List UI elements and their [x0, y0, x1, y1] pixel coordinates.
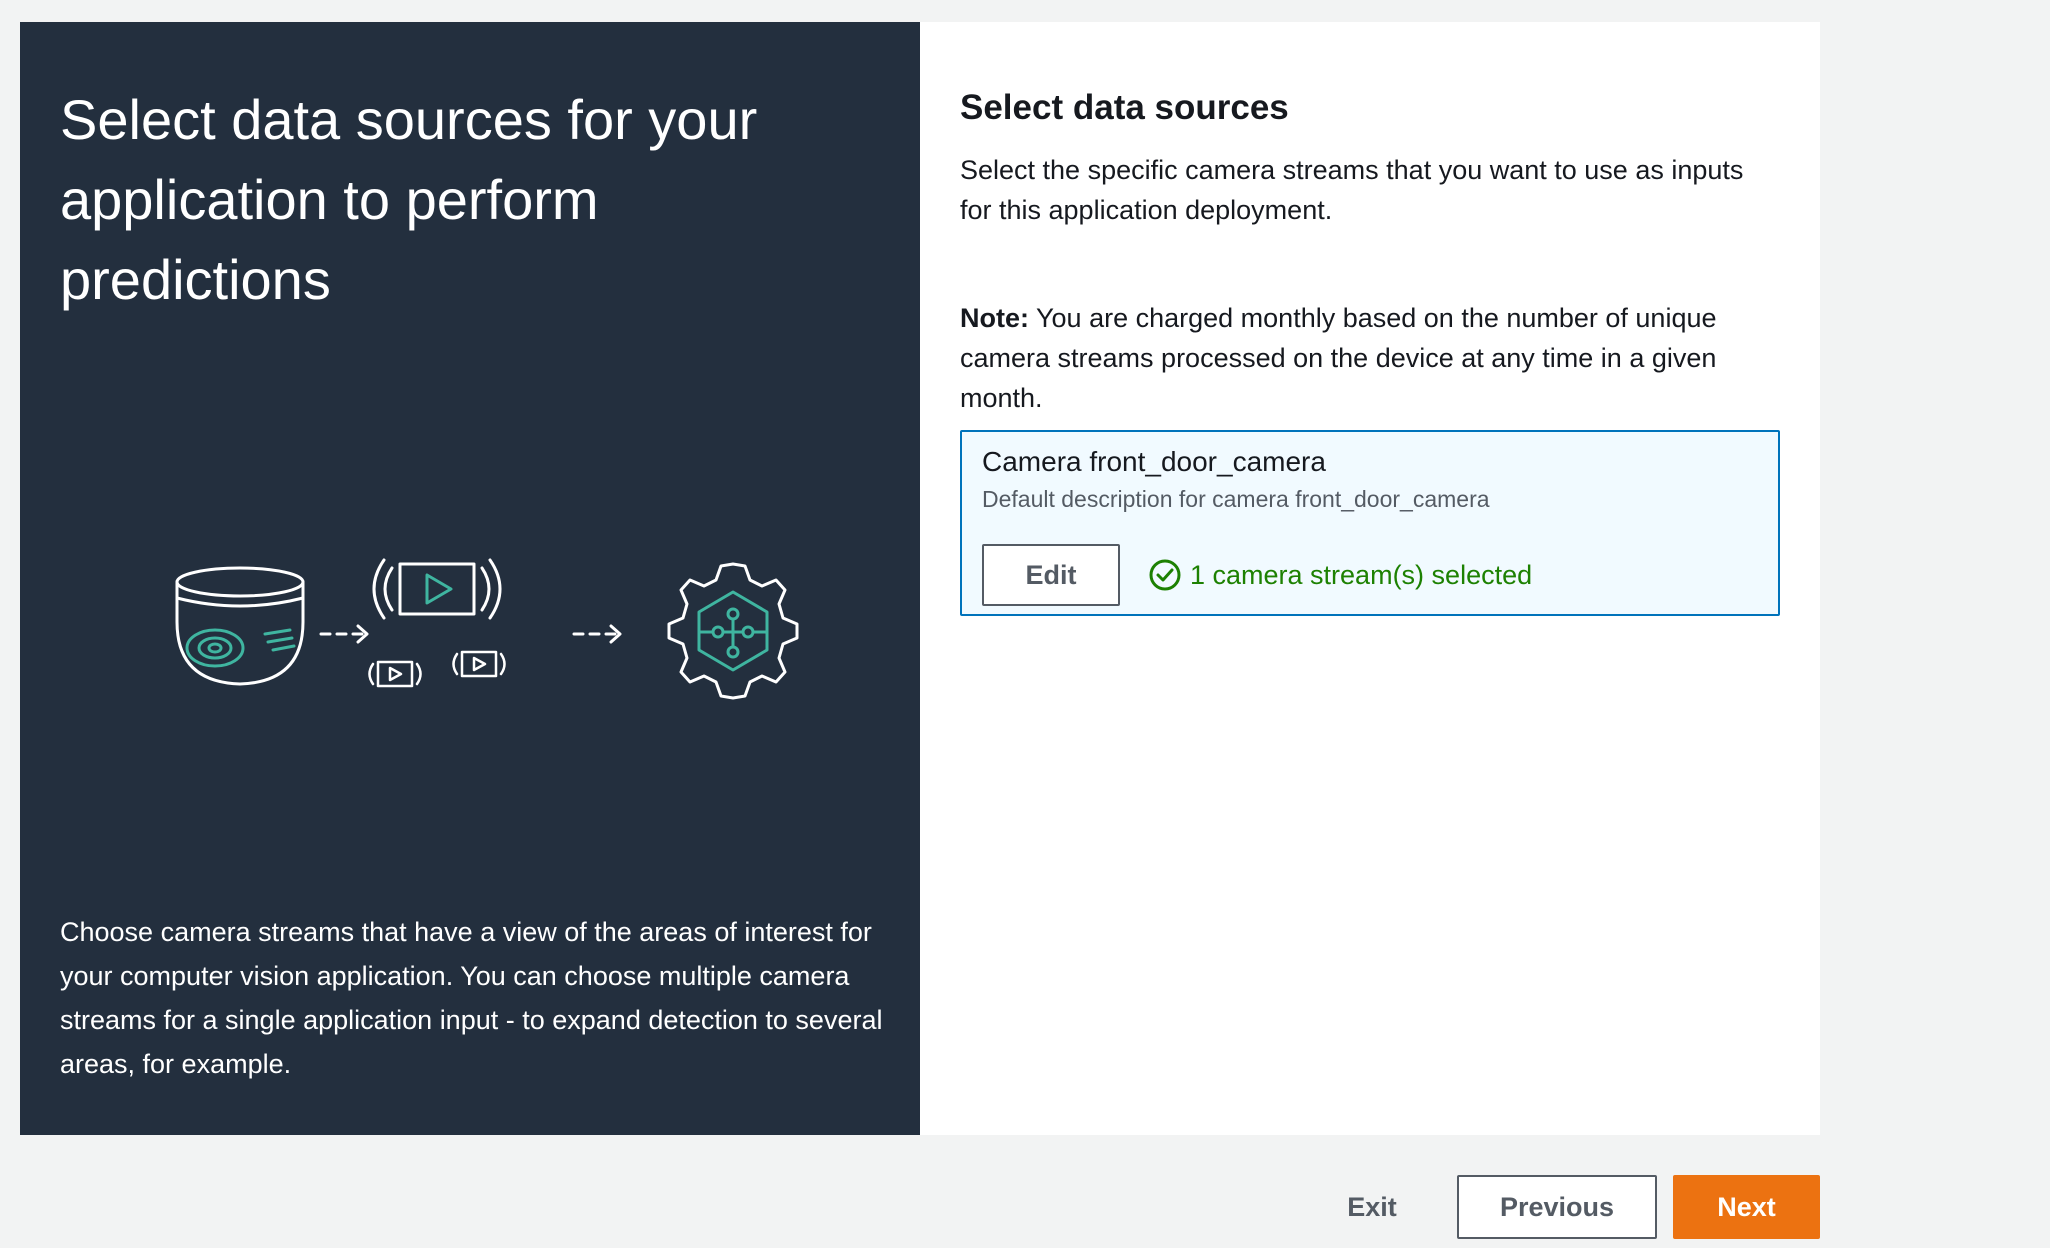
exit-button[interactable]: Exit — [1322, 1175, 1422, 1239]
section-description: Select the specific camera streams that … — [960, 155, 1744, 225]
video-streams-icon — [368, 558, 506, 688]
next-button[interactable]: Next — [1673, 1175, 1820, 1239]
arrow-icon — [319, 624, 369, 644]
note-text: You are charged monthly based on the num… — [960, 303, 1717, 413]
camera-card[interactable]: Camera front_door_camera Default descrip… — [960, 430, 1780, 616]
camera-icon — [175, 566, 305, 686]
section-title: Select data sources — [960, 88, 1289, 127]
check-circle-icon — [1149, 559, 1181, 591]
intro-description: Choose camera streams that have a view o… — [60, 917, 883, 1079]
note-label: Note: — [960, 303, 1029, 333]
arrow-icon — [572, 624, 622, 644]
wizard-step-card: Select data sources for your application… — [20, 22, 1820, 1135]
camera-description: Default description for camera front_doo… — [982, 486, 1490, 512]
wizard-footer: Exit Previous Next — [0, 1175, 2050, 1239]
intro-panel: Select data sources for your application… — [20, 22, 920, 1135]
data-sources-panel: Select data sources Select the specific … — [920, 22, 1820, 1135]
intro-title: Select data sources for your application… — [60, 88, 758, 311]
previous-button[interactable]: Previous — [1457, 1175, 1657, 1239]
gear-circuit-icon — [667, 562, 799, 700]
selection-status-text: 1 camera stream(s) selected — [1190, 559, 1533, 590]
billing-note: Note: You are charged monthly based on t… — [960, 298, 1790, 418]
data-flow-illustration — [175, 558, 799, 700]
wizard-page: Select data sources for your application… — [0, 0, 2050, 1248]
selection-status: 1 camera stream(s) selected — [1148, 558, 1532, 592]
edit-button[interactable]: Edit — [982, 544, 1120, 606]
camera-name: Camera front_door_camera — [982, 446, 1326, 477]
